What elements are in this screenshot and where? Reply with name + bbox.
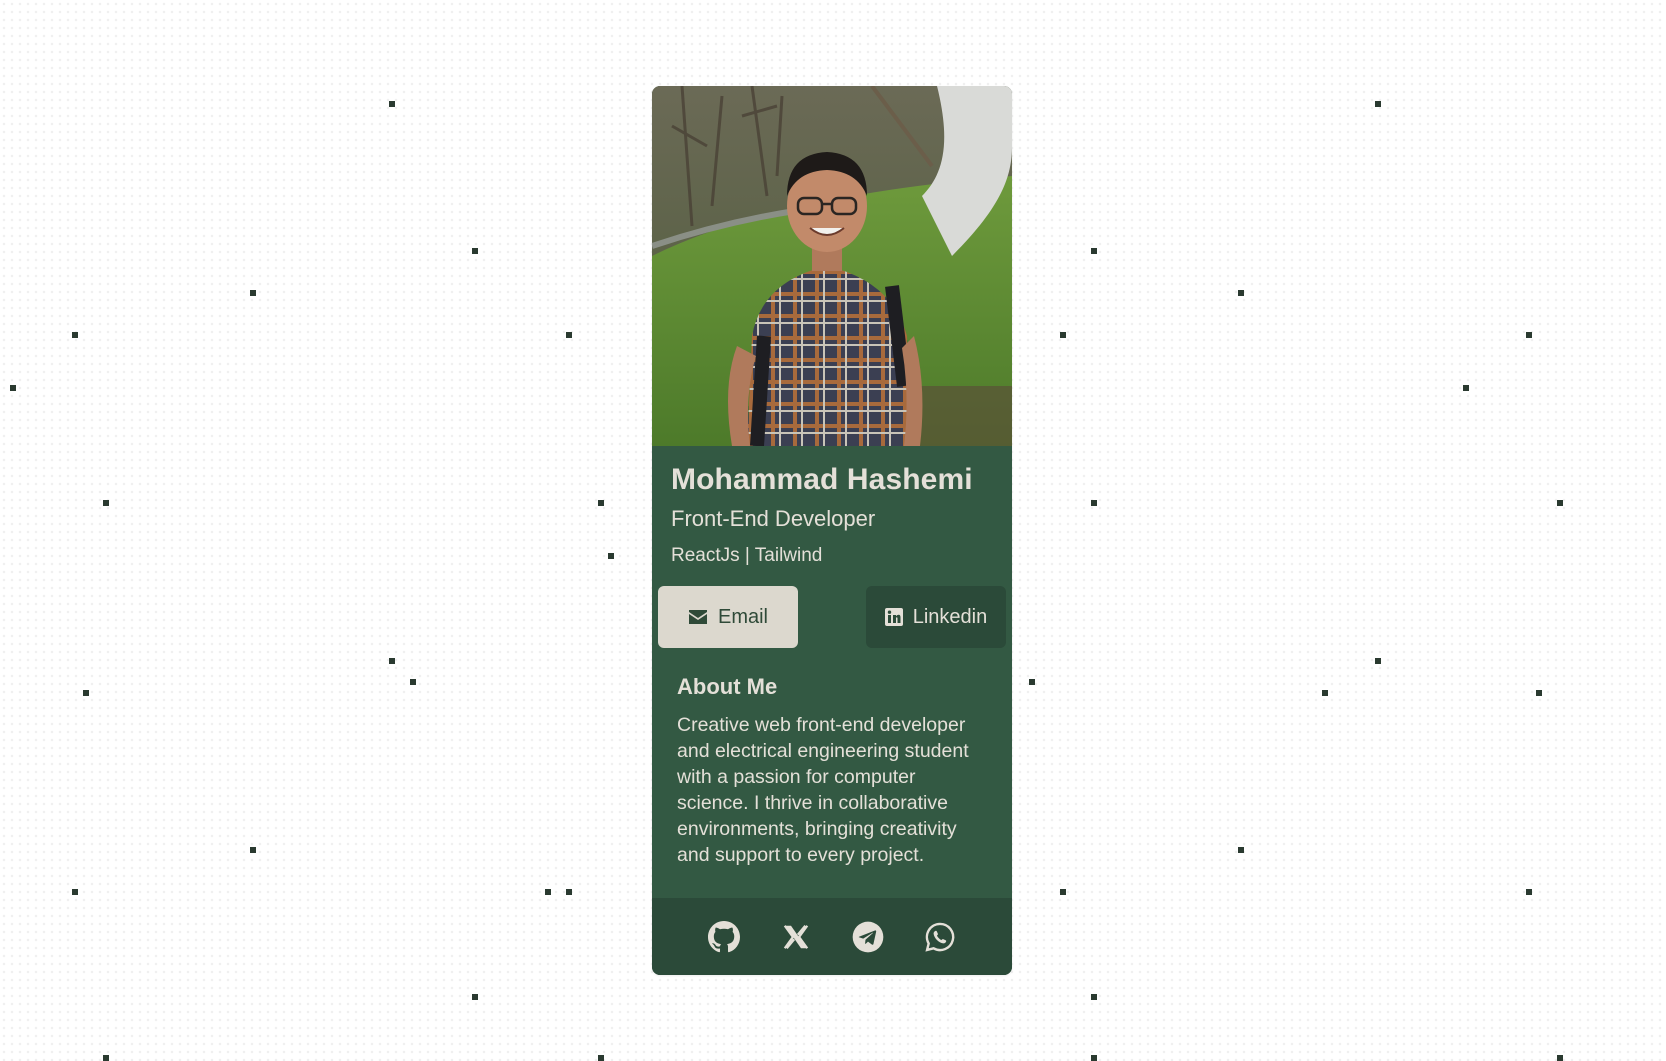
email-button[interactable]: Email: [658, 586, 798, 649]
x-link[interactable]: [779, 920, 813, 954]
telegram-icon: [852, 921, 884, 952]
x-icon: [783, 924, 809, 949]
whatsapp-icon: [925, 922, 955, 952]
github-icon: [708, 920, 740, 952]
profile-role: Front-End Developer: [671, 506, 876, 531]
linkedin-button[interactable]: Linkedin: [866, 586, 1006, 649]
github-link[interactable]: [707, 920, 741, 954]
linkedin-icon: [884, 608, 903, 627]
profile-photo: [652, 86, 1012, 446]
contact-buttons: Email Linkedin: [652, 586, 1012, 649]
envelope-icon: [688, 609, 708, 625]
social-footer: [652, 898, 1012, 975]
profile-photo-image: [652, 86, 1012, 446]
profile-card: Mohammad Hashemi Front-End Developer Rea…: [652, 86, 1012, 975]
about-section: About Me Creative web front-end develope…: [652, 674, 1012, 868]
profile-stack: ReactJs | Tailwind: [671, 544, 823, 566]
about-heading: About Me: [677, 674, 778, 700]
profile-name: Mohammad Hashemi: [671, 463, 973, 496]
telegram-link[interactable]: [851, 920, 885, 954]
about-text: Creative web front-end developer and ele…: [677, 714, 969, 867]
linkedin-button-label: Linkedin: [912, 605, 988, 628]
whatsapp-link[interactable]: [923, 920, 957, 954]
email-button-label: Email: [717, 605, 768, 628]
